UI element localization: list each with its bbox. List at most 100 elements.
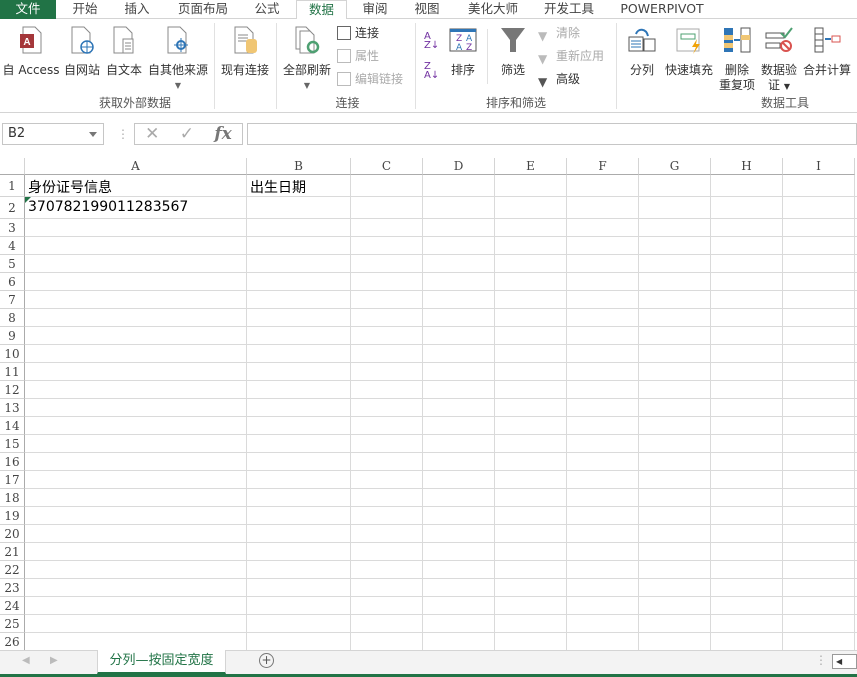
cell-A2[interactable]: 370782199011283567: [25, 199, 188, 215]
column-header-A[interactable]: A: [25, 158, 247, 175]
row-header-23[interactable]: 23: [0, 579, 25, 597]
gridline: [25, 632, 857, 633]
tab-insert[interactable]: 插入: [114, 0, 160, 19]
connections-button[interactable]: 连接: [337, 23, 379, 43]
formula-input[interactable]: [247, 123, 857, 145]
from-other-sources-button[interactable]: 自其他来源 ▼: [146, 19, 210, 93]
row-header-13[interactable]: 13: [0, 399, 25, 417]
tab-view[interactable]: 视图: [404, 0, 450, 19]
row-header-3[interactable]: 3: [0, 219, 25, 237]
row-header-2[interactable]: 2: [0, 197, 25, 219]
sort-button[interactable]: ZAAZ 排序: [444, 19, 482, 78]
sort-descending-button[interactable]: Z A↓: [424, 61, 440, 81]
row-header-10[interactable]: 10: [0, 345, 25, 363]
tab-data[interactable]: 数据: [296, 0, 347, 20]
remove-duplicates-button[interactable]: 删除 重复项: [716, 19, 758, 93]
insert-function-icon[interactable]: fx: [214, 124, 231, 144]
sort-ascending-button[interactable]: A Z↓: [424, 31, 440, 51]
column-header-I[interactable]: I: [783, 158, 855, 175]
consolidate-icon: [814, 27, 841, 53]
row-header-22[interactable]: 22: [0, 561, 25, 579]
tab-powerpivot[interactable]: POWERPIVOT: [614, 0, 710, 19]
row-header-7[interactable]: 7: [0, 291, 25, 309]
row-header-20[interactable]: 20: [0, 525, 25, 543]
edit-links-icon: [337, 72, 351, 86]
from-text-button[interactable]: 自文本: [104, 19, 144, 78]
cell-A1[interactable]: 身份证号信息: [25, 177, 112, 197]
row-header-19[interactable]: 19: [0, 507, 25, 525]
row-header-16[interactable]: 16: [0, 453, 25, 471]
tab-home[interactable]: 开始: [62, 0, 108, 19]
clear-filter-button[interactable]: ▼ 清除: [538, 23, 580, 43]
label: 自其他来源: [147, 63, 208, 77]
tab-beautify[interactable]: 美化大师: [460, 0, 526, 19]
existing-connections-icon: [234, 26, 257, 54]
label: 数据验: [760, 63, 797, 77]
advanced-filter-button[interactable]: ▼ 高级: [538, 69, 580, 89]
remove-duplicates-icon: [724, 27, 751, 53]
row-header-11[interactable]: 11: [0, 363, 25, 381]
flash-fill-button[interactable]: 快速填充: [662, 19, 716, 78]
gridline: [25, 236, 857, 237]
cell-B1[interactable]: 出生日期: [247, 177, 306, 197]
row-header-9[interactable]: 9: [0, 327, 25, 345]
column-header-D[interactable]: D: [423, 158, 495, 175]
enter-icon[interactable]: ✓: [180, 124, 194, 144]
tab-file[interactable]: 文件: [0, 0, 56, 19]
reapply-button[interactable]: ▼ 重新应用: [538, 46, 604, 66]
data-validation-button[interactable]: 数据验证 ▼: [758, 19, 800, 94]
row-header-8[interactable]: 8: [0, 309, 25, 327]
properties-button[interactable]: 属性: [337, 46, 379, 66]
ribbon: A 自 Access 自网站 自文本 自其他来源 ▼ 现有连接 获取外部数据 全部…: [0, 19, 857, 113]
chevron-down-icon[interactable]: [89, 132, 97, 141]
error-indicator-icon[interactable]: [25, 197, 31, 203]
add-sheet-icon[interactable]: +: [259, 653, 274, 668]
row-header-26[interactable]: 26: [0, 633, 25, 650]
label: 自文本: [105, 63, 142, 77]
row-header-15[interactable]: 15: [0, 435, 25, 453]
horizontal-scrollbar[interactable]: ◀: [832, 654, 857, 669]
cancel-icon[interactable]: ✕: [145, 124, 159, 144]
column-header-F[interactable]: F: [567, 158, 639, 175]
edit-links-button[interactable]: 编辑链接: [337, 69, 403, 89]
refresh-all-button[interactable]: 全部刷新 ▼: [280, 19, 334, 93]
label: 快速填充: [664, 63, 713, 77]
row-header-5[interactable]: 5: [0, 255, 25, 273]
row-header-17[interactable]: 17: [0, 471, 25, 489]
row-header-18[interactable]: 18: [0, 489, 25, 507]
row-header-21[interactable]: 21: [0, 543, 25, 561]
drag-handle-icon[interactable]: ⋮: [815, 653, 827, 667]
tab-page-layout[interactable]: 页面布局: [170, 0, 236, 19]
select-all-button[interactable]: [0, 158, 25, 175]
name-box[interactable]: B2: [2, 123, 104, 145]
row-header-14[interactable]: 14: [0, 417, 25, 435]
gridline: [25, 470, 857, 471]
label: 分列: [629, 63, 654, 77]
column-header-G[interactable]: G: [639, 158, 711, 175]
filter-button[interactable]: 筛选: [494, 19, 532, 78]
next-sheet-icon[interactable]: ▶: [50, 655, 58, 666]
tab-formulas[interactable]: 公式: [244, 0, 290, 19]
column-header-C[interactable]: C: [351, 158, 423, 175]
prev-sheet-icon[interactable]: ◀: [22, 655, 30, 666]
consolidate-button[interactable]: 合并计算: [800, 19, 854, 78]
drag-handle-icon[interactable]: ⋮: [117, 127, 129, 141]
row-header-4[interactable]: 4: [0, 237, 25, 255]
tab-review[interactable]: 审阅: [352, 0, 398, 19]
from-web-button[interactable]: 自网站: [62, 19, 102, 78]
row-header-25[interactable]: 25: [0, 615, 25, 633]
tab-developer[interactable]: 开发工具: [536, 0, 602, 19]
column-header-E[interactable]: E: [495, 158, 567, 175]
worksheet-grid: A B C D E F G H I 1 2 3 4 5 6 7 8 9 10 11 12 13 14 15 16 17 18 19 20…: [0, 158, 857, 650]
row-header-6[interactable]: 6: [0, 273, 25, 291]
column-header-B[interactable]: B: [247, 158, 351, 175]
dropdown-arrow-icon: ▼: [783, 82, 790, 91]
row-header-12[interactable]: 12: [0, 381, 25, 399]
sheet-tab[interactable]: 分列—按固定宽度: [97, 650, 226, 674]
text-to-columns-button[interactable]: 分列: [624, 19, 660, 78]
column-header-H[interactable]: H: [711, 158, 783, 175]
row-header-24[interactable]: 24: [0, 597, 25, 615]
existing-connections-button[interactable]: 现有连接: [218, 19, 272, 78]
row-header-1[interactable]: 1: [0, 175, 25, 197]
from-access-button[interactable]: A 自 Access: [2, 19, 60, 78]
